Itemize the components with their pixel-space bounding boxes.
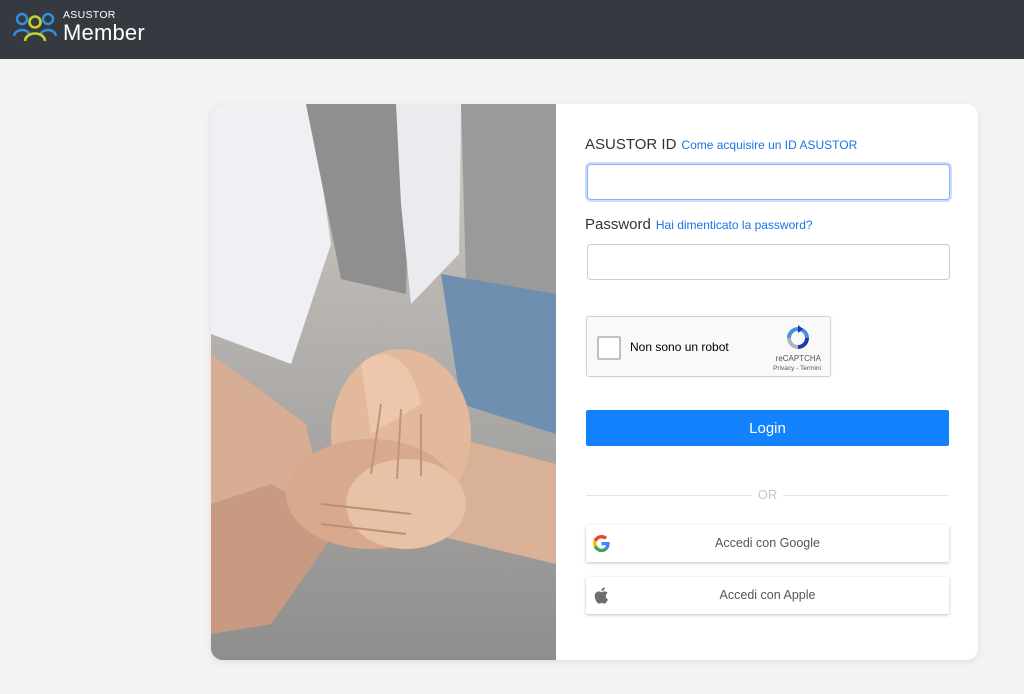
forgot-password-link[interactable]: Hai dimenticato la password?	[656, 218, 813, 232]
people-group-icon	[13, 13, 57, 42]
recaptcha-checkbox[interactable]	[597, 336, 621, 360]
brand[interactable]: ASUSTOR Member	[13, 9, 145, 44]
brand-small-text: ASUSTOR	[63, 9, 116, 21]
get-asustor-id-link[interactable]: Come acquisire un ID ASUSTOR	[681, 138, 857, 152]
asustor-id-label-row: ASUSTOR ID Come acquisire un ID ASUSTOR	[585, 136, 857, 153]
or-text: OR	[757, 487, 778, 502]
password-input[interactable]	[587, 244, 950, 280]
login-button[interactable]: Login	[586, 410, 949, 446]
recaptcha-brand: reCAPTCHA	[775, 354, 821, 363]
recaptcha-icon	[787, 325, 809, 349]
password-label: Password	[585, 216, 651, 233]
hero-photo-stacked-hands	[211, 104, 556, 660]
google-signin-button[interactable]: Accedi con Google	[586, 525, 949, 562]
recaptcha-legal-links[interactable]: Privacy - Termini	[773, 365, 821, 372]
login-card: ASUSTOR ID Come acquisire un ID ASUSTOR …	[211, 104, 978, 660]
or-divider: OR	[586, 487, 949, 503]
asustor-id-label: ASUSTOR ID	[585, 136, 677, 153]
recaptcha-widget: Non sono un robot reCAPTCHA Privacy - Te…	[586, 316, 831, 377]
login-form: ASUSTOR ID Come acquisire un ID ASUSTOR …	[556, 104, 978, 660]
asustor-id-input[interactable]	[587, 164, 950, 200]
google-signin-label: Accedi con Google	[715, 536, 820, 550]
password-label-row: Password Hai dimenticato la password?	[585, 216, 813, 233]
top-bar: ASUSTOR Member	[0, 0, 1024, 59]
apple-signin-label: Accedi con Apple	[719, 588, 816, 602]
apple-signin-button[interactable]: Accedi con Apple	[586, 577, 949, 614]
brand-title: Member	[63, 19, 145, 45]
recaptcha-label: Non sono un robot	[630, 340, 729, 354]
